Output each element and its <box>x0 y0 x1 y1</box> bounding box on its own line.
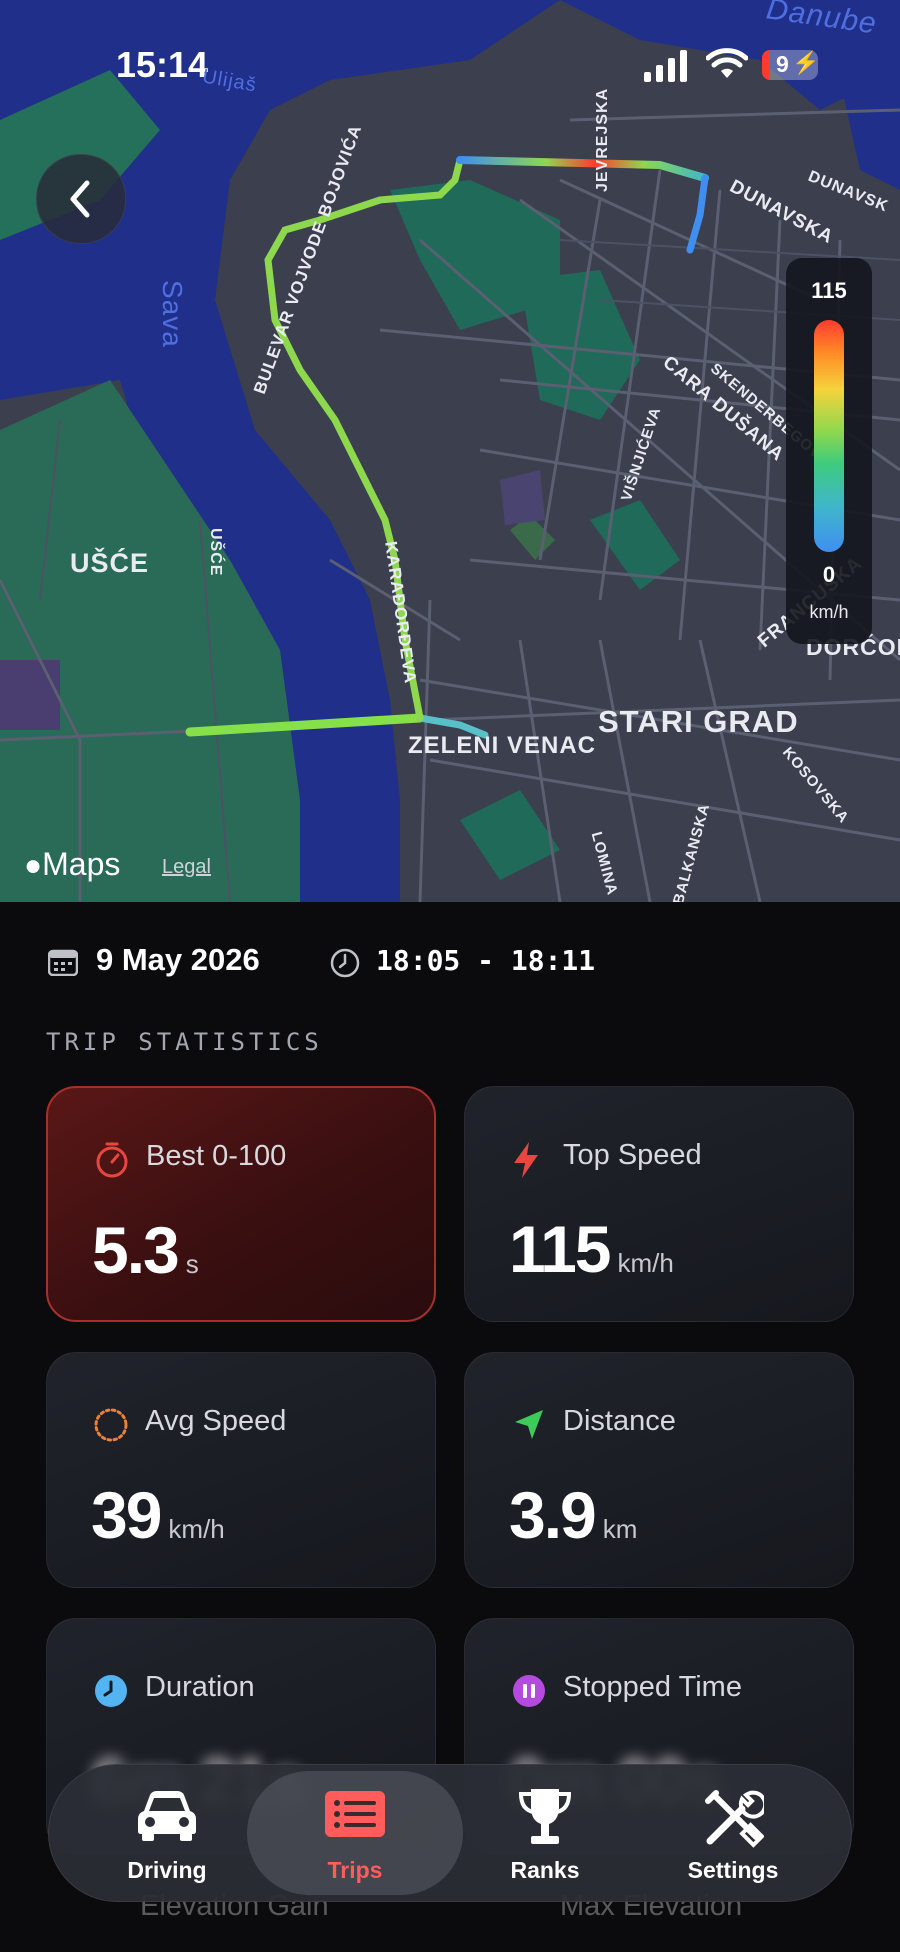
map-label-jevrejska: JEVREJSKA <box>594 87 611 192</box>
stat-label: Distance <box>563 1405 676 1437</box>
stat-label: Best 0-100 <box>146 1140 287 1172</box>
status-bar: 15:14 9 ⚡ <box>0 40 900 90</box>
speed-gradient-bar <box>814 320 844 552</box>
speed-legend-max: 115 <box>811 278 847 303</box>
map-label-usce-street: UŠĆE <box>207 528 224 577</box>
apple-icon: ● <box>24 849 43 882</box>
charging-icon: ⚡ <box>792 50 820 75</box>
stat-card-top-speed[interactable]: Top Speed 115 km/h <box>464 1086 854 1322</box>
legal-link[interactable]: Legal <box>162 856 211 879</box>
trip-date: 9 May 2026 <box>96 942 260 977</box>
stat-card-avg-speed[interactable]: Avg Speed 39 km/h <box>46 1352 436 1588</box>
chevron-left-icon <box>70 180 90 218</box>
speed-legend: 115 0 km/h <box>786 258 872 644</box>
map-label-usce-area: UŠĆE <box>70 548 150 578</box>
stat-label: Duration <box>145 1671 255 1703</box>
list-icon <box>325 1791 385 1837</box>
back-button[interactable] <box>36 154 126 244</box>
trip-map[interactable]: 15:14 9 ⚡ Danube Ulijaš Sava UŠĆE UŠĆE B… <box>0 0 900 902</box>
status-time: 15:14 <box>116 44 209 85</box>
dotted-circle-icon <box>94 1408 128 1442</box>
stat-card-distance[interactable]: Distance 3.9 km <box>464 1352 854 1588</box>
speed-legend-min: 0 <box>822 562 836 587</box>
tab-driving[interactable]: Driving <box>67 1765 267 1901</box>
clock-icon <box>330 948 360 978</box>
tab-settings[interactable]: Settings <box>633 1765 833 1901</box>
map-label-sava: Sava <box>157 280 188 348</box>
map-label-zeleni-venac: ZELENI VENAC <box>408 732 597 759</box>
stat-value: 115 <box>509 1212 611 1286</box>
stat-unit: s <box>185 1249 199 1279</box>
trip-datetime: 9 May 2026 18:05 - 18:11 <box>48 942 868 982</box>
tab-label: Trips <box>327 1857 383 1883</box>
stat-unit: km <box>602 1514 638 1544</box>
stat-value: 3.9 <box>509 1478 597 1552</box>
stat-label: Stopped Time <box>563 1671 742 1703</box>
signal-icon <box>644 50 687 82</box>
car-icon <box>138 1791 196 1841</box>
clock-icon <box>95 1675 127 1707</box>
stat-value: 5.3 <box>92 1213 180 1287</box>
maps-logo: ●Maps <box>24 846 120 883</box>
wifi-icon <box>706 48 748 78</box>
tab-label: Driving <box>127 1857 207 1883</box>
maps-provider: Maps <box>42 846 121 882</box>
speed-legend-unit: km/h <box>809 602 849 622</box>
trip-time-range: 18:05 - 18:11 <box>376 944 596 977</box>
tools-icon <box>705 1790 768 1848</box>
tab-trips[interactable]: Trips <box>247 1771 463 1895</box>
battery-indicator: 9 ⚡ <box>762 50 820 80</box>
map-label-stari-grad: STARI GRAD <box>598 704 799 739</box>
stat-unit: km/h <box>617 1248 674 1278</box>
stat-card-best-0-100[interactable]: Best 0-100 5.3 s <box>46 1086 436 1322</box>
stopwatch-icon <box>96 1142 128 1178</box>
battery-level: 9 <box>776 51 789 77</box>
stat-label: Top Speed <box>563 1139 702 1171</box>
tab-ranks[interactable]: Ranks <box>445 1765 645 1901</box>
stat-value: 39 <box>91 1478 162 1552</box>
pause-icon <box>513 1675 545 1707</box>
tab-label: Settings <box>687 1857 779 1883</box>
stat-unit: km/h <box>168 1514 225 1544</box>
trophy-icon <box>518 1789 572 1844</box>
section-title: TRIP STATISTICS <box>46 1028 323 1056</box>
tab-bar: Driving Trips Ranks Settings <box>48 1764 852 1902</box>
location-arrow-icon <box>515 1410 543 1439</box>
bolt-icon <box>514 1142 538 1178</box>
stat-label: Avg Speed <box>145 1405 287 1437</box>
calendar-icon <box>48 949 78 976</box>
tab-label: Ranks <box>510 1857 580 1883</box>
